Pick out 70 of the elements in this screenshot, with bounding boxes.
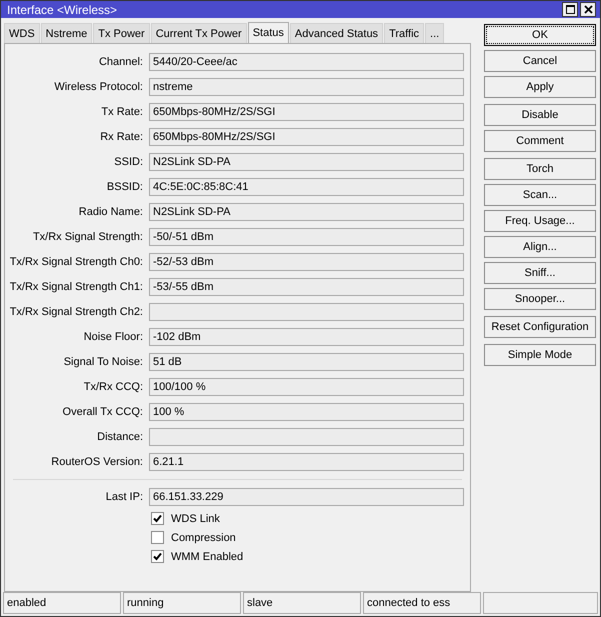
field-value: N2SLink SD-PA — [149, 202, 464, 220]
field-label: Tx/Rx CCQ: — [82, 380, 144, 392]
field-label: Overall Tx CCQ: — [62, 406, 144, 418]
field-value: 100 % — [149, 402, 464, 420]
field-label: Channel: — [98, 56, 144, 68]
field-value: 6.21.1 — [149, 452, 464, 470]
field-label: Rx Rate: — [99, 130, 144, 142]
dialog-button[interactable]: Freq. Usage... — [484, 210, 596, 232]
tab[interactable]: WDS — [4, 23, 40, 43]
field-label: BSSID: — [106, 180, 144, 192]
tab[interactable]: Tx Power — [93, 23, 150, 43]
close-icon — [584, 5, 592, 14]
field-label: Tx/Rx Signal Strength Ch0: — [8, 256, 144, 268]
tab[interactable]: Traffic — [384, 23, 424, 43]
maximize-button[interactable] — [562, 2, 578, 17]
status-cell: enabled — [3, 592, 121, 614]
dialog-button[interactable]: Cancel — [484, 50, 596, 72]
checkbox[interactable] — [151, 550, 164, 563]
dialog-button[interactable]: Torch — [484, 158, 596, 180]
checkbox[interactable] — [151, 531, 164, 544]
checkbox-label: WMM Enabled — [171, 550, 244, 562]
field-value: nstreme — [149, 78, 464, 96]
field-label: Distance: — [96, 430, 144, 442]
field-value: 51 dB — [149, 352, 464, 370]
field-value: 66.151.33.229 — [149, 488, 464, 506]
dialog-button[interactable]: Sniff... — [484, 262, 596, 284]
field-label: Noise Floor: — [82, 330, 144, 342]
status-cell: running — [123, 592, 241, 614]
window-title: Interface <Wireless> — [7, 2, 118, 16]
checkbox[interactable] — [151, 512, 164, 525]
field-value: -53/-55 dBm — [149, 278, 464, 296]
field-value: -102 dBm — [149, 328, 464, 346]
field-label: Last IP: — [104, 490, 144, 502]
checkbox-label: Compression — [171, 532, 236, 544]
tab[interactable]: Status — [248, 22, 289, 43]
field-value: 650Mbps-80MHz/2S/SGI — [149, 102, 464, 120]
dialog-button[interactable]: Disable — [484, 104, 596, 126]
dialog-button[interactable]: Snooper... — [484, 288, 596, 310]
dialog-button[interactable]: Scan... — [484, 184, 596, 206]
field-label: Wireless Protocol: — [53, 80, 144, 92]
dialog-button[interactable]: Reset Configuration — [484, 316, 596, 338]
field-value: -50/-51 dBm — [149, 228, 464, 246]
tab[interactable]: ... — [425, 23, 444, 43]
maximize-icon — [566, 5, 574, 14]
field-label: Radio Name: — [78, 206, 144, 218]
status-cell: slave — [243, 592, 361, 614]
dialog-button[interactable]: OK — [484, 24, 596, 46]
tab[interactable]: Nstreme — [40, 23, 92, 43]
tab[interactable]: Advanced Status — [290, 23, 384, 43]
status-cell: connected to ess — [363, 592, 481, 614]
checkbox-label: WDS Link — [171, 512, 220, 524]
field-label: Tx Rate: — [100, 106, 144, 118]
field-label: Signal To Noise: — [62, 356, 144, 368]
field-value: 100/100 % — [149, 378, 464, 396]
tab[interactable]: Current Tx Power — [150, 23, 247, 43]
field-value: 5440/20-Ceee/ac — [149, 52, 464, 70]
field-label: Tx/Rx Signal Strength Ch2: — [8, 306, 144, 318]
dialog-button[interactable]: Simple Mode — [484, 344, 596, 366]
field-value: -52/-53 dBm — [149, 252, 464, 270]
close-button[interactable] — [580, 2, 596, 17]
dialog-button[interactable]: Apply — [484, 76, 596, 98]
field-label: Tx/Rx Signal Strength Ch1: — [8, 280, 144, 292]
field-value: N2SLink SD-PA — [149, 152, 464, 170]
field-label: Tx/Rx Signal Strength: — [32, 230, 144, 242]
dialog-button[interactable]: Align... — [484, 236, 596, 258]
field-label: SSID: — [113, 156, 144, 168]
field-value: 650Mbps-80MHz/2S/SGI — [149, 128, 464, 146]
field-value: 4C:5E:0C:85:8C:41 — [149, 178, 464, 196]
field-label: RouterOS Version: — [50, 456, 144, 468]
dialog-button[interactable]: Comment — [484, 130, 596, 152]
